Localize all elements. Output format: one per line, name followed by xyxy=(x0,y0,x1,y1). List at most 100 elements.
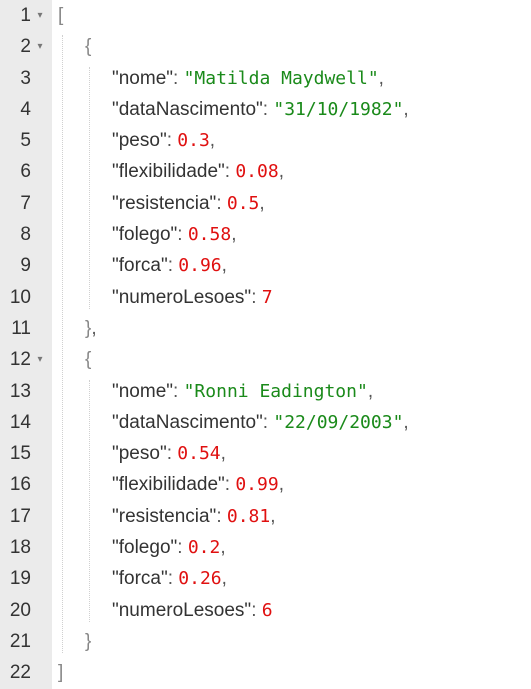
json-number-value: 0.81 xyxy=(226,505,271,527)
json-number-value: 0.99 xyxy=(235,474,279,496)
json-punctuation: : xyxy=(167,255,179,277)
line-number: 2 xyxy=(20,36,31,58)
indent-guide xyxy=(62,35,63,654)
line-code: "nome": "Matilda Maydwell", xyxy=(112,63,384,94)
line-code: "forca": 0.26, xyxy=(112,563,227,594)
json-string-value: "Matilda Maydwell" xyxy=(183,67,379,89)
json-key: "numeroLesoes" xyxy=(112,286,252,308)
line-code: }, xyxy=(85,313,97,344)
line-code: "flexibilidade": 0.08, xyxy=(112,156,284,187)
code-line[interactable]: 11}, xyxy=(0,313,531,344)
fold-toggle-icon[interactable]: ▾ xyxy=(33,0,47,31)
line-code: [ xyxy=(58,0,63,31)
line-code: "resistencia": 0.81, xyxy=(112,501,276,532)
json-punctuation: , xyxy=(278,161,284,183)
json-number-value: 6 xyxy=(261,599,273,621)
json-punctuation: , xyxy=(403,98,409,120)
json-key: "nome" xyxy=(112,380,174,402)
json-key: "nome" xyxy=(112,67,174,89)
code-line[interactable]: 9 "forca": 0.96, xyxy=(0,250,531,281)
line-number: 22 xyxy=(9,662,31,684)
json-key: "dataNascimento" xyxy=(112,411,263,433)
json-punctuation: , xyxy=(231,224,237,246)
json-bracket: } xyxy=(85,630,92,652)
line-code: ] xyxy=(58,657,63,688)
line-number: 15 xyxy=(9,443,31,465)
json-punctuation: : xyxy=(173,380,184,402)
json-punctuation: , xyxy=(221,255,227,277)
line-code: } xyxy=(85,626,91,657)
line-code: "numeroLesoes": 6 xyxy=(112,595,273,626)
fold-toggle-icon[interactable]: ▾ xyxy=(33,344,47,375)
code-line[interactable]: 2 ▾ { xyxy=(0,31,531,62)
code-line[interactable]: 6 "flexibilidade": 0.08, xyxy=(0,156,531,187)
code-line[interactable]: 13 "nome": "Ronni Eadington", xyxy=(0,376,531,407)
line-code: "dataNascimento": "22/09/2003", xyxy=(112,407,409,438)
json-punctuation: : xyxy=(173,67,184,89)
code-line[interactable]: 21} xyxy=(0,626,531,657)
indent-guide xyxy=(89,66,90,309)
line-code: "peso": 0.54, xyxy=(112,438,226,469)
json-string-value: "31/10/1982" xyxy=(273,98,404,120)
json-key: "flexibilidade" xyxy=(112,474,225,496)
fold-toggle-icon[interactable]: ▾ xyxy=(33,31,47,62)
json-punctuation: , xyxy=(221,568,227,590)
json-string-value: "Ronni Eadington" xyxy=(183,380,368,402)
line-number: 6 xyxy=(20,161,31,183)
line-code: "peso": 0.3, xyxy=(112,125,215,156)
json-key: "forca" xyxy=(112,255,168,277)
json-punctuation: : xyxy=(251,286,262,308)
json-punctuation: : xyxy=(251,599,262,621)
code-line[interactable]: 3 "nome": "Matilda Maydwell", xyxy=(0,63,531,94)
code-line[interactable]: 17 "resistencia": 0.81, xyxy=(0,501,531,532)
json-punctuation: : xyxy=(224,474,236,496)
json-punctuation: , xyxy=(403,411,409,433)
json-punctuation: : xyxy=(216,505,227,527)
code-line[interactable]: 7 "resistencia": 0.5, xyxy=(0,188,531,219)
json-string-value: "22/09/2003" xyxy=(273,411,404,433)
json-key: "flexibilidade" xyxy=(112,161,225,183)
json-punctuation: : xyxy=(177,537,188,559)
code-line[interactable]: 22] xyxy=(0,657,531,688)
json-number-value: 0.08 xyxy=(235,161,279,183)
code-line[interactable]: 1 ▾ [ xyxy=(0,0,531,31)
code-line[interactable]: 8 "folego": 0.58, xyxy=(0,219,531,250)
json-punctuation: , xyxy=(378,67,384,89)
code-line[interactable]: 14 "dataNascimento": "22/09/2003", xyxy=(0,407,531,438)
line-number: 21 xyxy=(9,630,31,652)
json-key: "dataNascimento" xyxy=(112,98,263,120)
code-line[interactable]: 20 "numeroLesoes": 6 xyxy=(0,595,531,626)
code-line[interactable]: 18 "folego": 0.2, xyxy=(0,532,531,563)
code-editor[interactable]: 1 ▾[2 ▾{3 "nome": "Matilda Maydwell", 4 "data… xyxy=(0,0,531,689)
code-line[interactable]: 19 "forca": 0.26, xyxy=(0,563,531,594)
json-punctuation: : xyxy=(167,568,179,590)
json-number-value: 0.26 xyxy=(178,568,222,590)
code-line[interactable]: 15 "peso": 0.54, xyxy=(0,438,531,469)
code-line[interactable]: 10 "numeroLesoes": 7 xyxy=(0,282,531,313)
line-number: 7 xyxy=(20,192,31,214)
code-line[interactable]: 4 "dataNascimento": "31/10/1982", xyxy=(0,94,531,125)
line-number: 17 xyxy=(9,505,31,527)
json-punctuation: , xyxy=(270,505,276,527)
json-number-value: 7 xyxy=(261,286,273,308)
json-number-value: 0.54 xyxy=(177,443,221,465)
json-punctuation: : xyxy=(224,161,236,183)
code-line[interactable]: 16 "flexibilidade": 0.99, xyxy=(0,469,531,500)
code-line[interactable]: 12 ▾ { xyxy=(0,344,531,375)
json-key: "peso" xyxy=(112,443,167,465)
json-punctuation: , xyxy=(220,537,226,559)
line-code: "dataNascimento": "31/10/1982", xyxy=(112,94,409,125)
line-code: "resistencia": 0.5, xyxy=(112,188,265,219)
indent-guide xyxy=(89,379,90,622)
json-number-value: 0.3 xyxy=(177,130,210,152)
json-number-value: 0.58 xyxy=(187,224,232,246)
json-bracket: ] xyxy=(58,662,64,684)
line-number: 9 xyxy=(20,255,31,277)
code-line[interactable]: 5 "peso": 0.3, xyxy=(0,125,531,156)
line-code: "nome": "Ronni Eadington", xyxy=(112,376,373,407)
json-key: "resistencia" xyxy=(112,192,217,214)
line-number: 5 xyxy=(20,130,31,152)
line-code: "numeroLesoes": 7 xyxy=(112,282,273,313)
json-punctuation: : xyxy=(262,98,274,120)
line-number: 19 xyxy=(9,568,31,590)
